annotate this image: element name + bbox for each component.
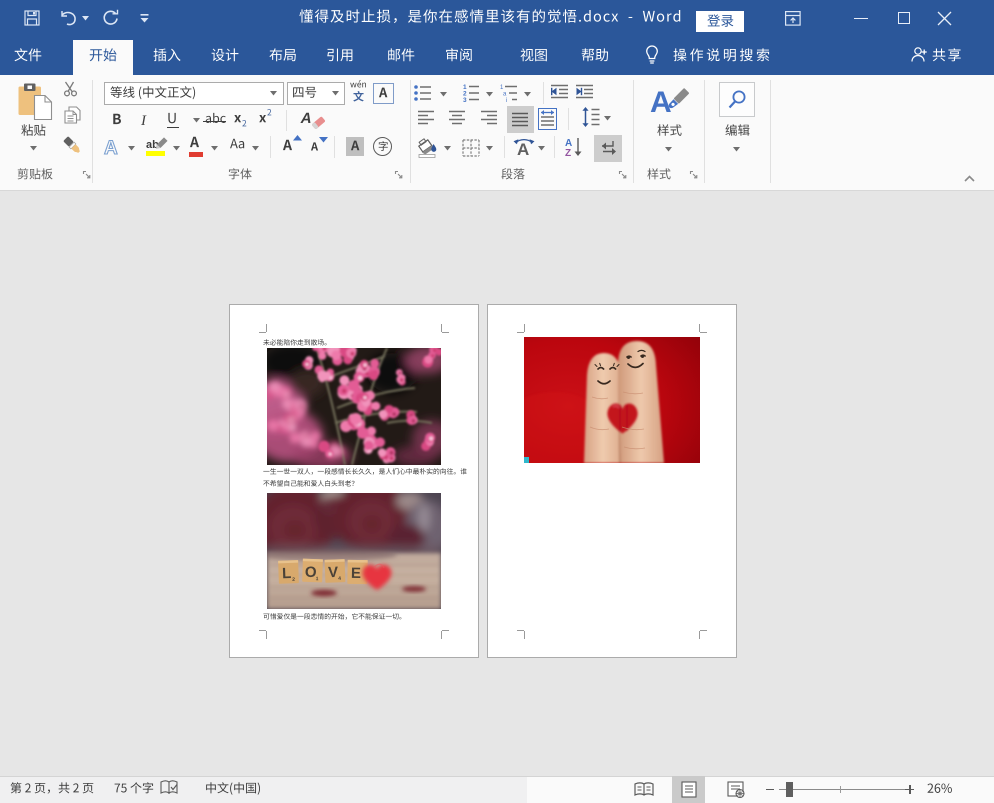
svg-text:1: 1 bbox=[316, 576, 319, 582]
svg-text:V: V bbox=[328, 564, 339, 581]
svg-text:A: A bbox=[517, 140, 529, 159]
svg-text:a: a bbox=[503, 92, 507, 98]
svg-text:E: E bbox=[351, 565, 361, 582]
svg-text:L: L bbox=[282, 565, 292, 582]
svg-text:4: 4 bbox=[338, 576, 341, 582]
svg-text:I: I bbox=[140, 113, 147, 129]
svg-text:A: A bbox=[299, 110, 313, 127]
svg-text:3: 3 bbox=[463, 97, 467, 104]
svg-text:2: 2 bbox=[292, 577, 295, 583]
svg-text:A: A bbox=[104, 138, 118, 159]
svg-text:1: 1 bbox=[500, 85, 504, 91]
svg-text:Z: Z bbox=[565, 148, 571, 159]
svg-text:i: i bbox=[506, 98, 507, 104]
svg-text:A: A bbox=[650, 86, 672, 119]
